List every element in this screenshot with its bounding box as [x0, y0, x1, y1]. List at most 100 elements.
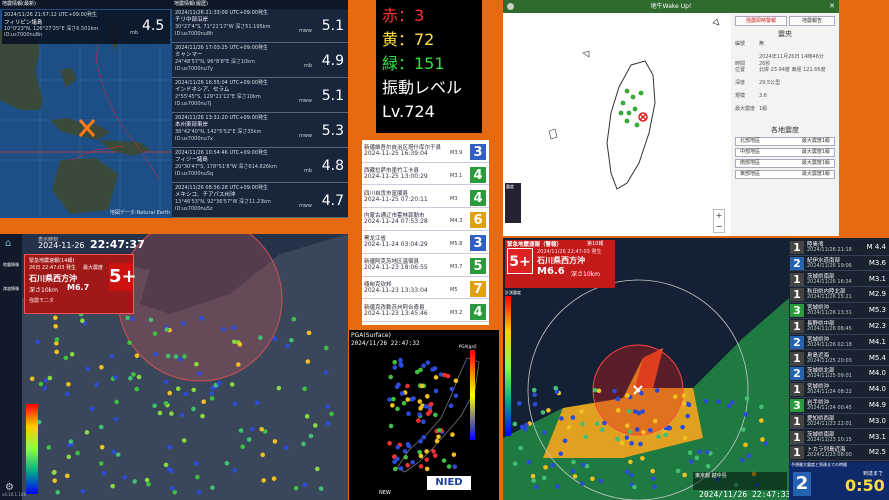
window-dot-icon[interactable]	[507, 3, 514, 10]
station-dot	[553, 385, 559, 391]
new-label: NEW	[379, 490, 391, 496]
station-dot	[209, 396, 215, 401]
history-item[interactable]: 2024/11/26 08:56:28 UTC+09:00発生 メキシコ、チアパス…	[172, 184, 348, 218]
history-item[interactable]: 2024/11/26 17:03:25 UTC+09:00発生 ミャンマー 24°4…	[172, 44, 348, 78]
quake-row[interactable]: 1 茨城県南部 2024/11/23 10:15 M3.1	[789, 430, 889, 446]
quake-row[interactable]: 3 宮城県沖 2024/11/26 13:31 M5.3	[789, 303, 889, 319]
quake-mag: M3.1	[868, 274, 886, 283]
station-dot	[302, 482, 308, 487]
station-dot	[399, 391, 405, 396]
eew-mag: M6.7	[67, 283, 90, 292]
quake-date: 2024/11/23 22:01	[807, 420, 852, 427]
station-dot	[450, 432, 455, 437]
menu-quake-info[interactable]: 地震情報	[1, 262, 21, 268]
station-dot	[433, 388, 439, 394]
world-map[interactable]: 地震情報(最新) 2024/11/26 21:57:12 UTC+09:00発生…	[0, 0, 172, 218]
station-dot	[272, 439, 278, 444]
station-dot	[148, 317, 154, 323]
station-dot	[196, 489, 202, 495]
station-dot	[259, 426, 264, 432]
quake-row[interactable]: 1 茨城県南部 2024/11/26 16:34 M3.1	[789, 272, 889, 288]
station-dot	[431, 448, 436, 454]
list-intensity: 6	[469, 211, 487, 230]
station-dot	[113, 417, 118, 422]
station-dot	[672, 394, 678, 399]
quake-row[interactable]: 1 鳥島近海 2024/11/25 20:03 M5.4	[789, 351, 889, 367]
station-dot	[164, 327, 170, 332]
list-intensity: 4	[469, 302, 487, 321]
obs-row[interactable]: 東部地區 最大震度1級	[735, 170, 835, 179]
quake-row[interactable]: 1 トカラ列島近海 2024/11/23 08:00 M2.5	[789, 445, 889, 461]
quake-row[interactable]: 1 愛知県西部 2024/11/23 22:01 M3.0	[789, 414, 889, 430]
list-item[interactable]: 缅甸克钦邦 2024-11-23 13:33:04 M5 7	[362, 279, 489, 300]
station-dot	[682, 435, 688, 441]
station-dot	[594, 421, 600, 427]
quake-mag: M5.4	[868, 353, 886, 362]
station-dot	[52, 478, 57, 484]
info-row: 最大震度 1級	[735, 106, 829, 113]
station-dot	[229, 382, 235, 387]
station-dot	[453, 378, 459, 384]
quake-date: 2024/11/26 02:18	[807, 341, 852, 348]
home-icon[interactable]: ⌂	[5, 238, 11, 249]
quake-mag: M4.0	[868, 369, 886, 378]
list-mag: M5	[450, 286, 458, 293]
obs-row[interactable]: 北部地區 最大震度1級	[735, 137, 835, 146]
station-dot	[625, 393, 630, 398]
obs-row[interactable]: 中部地區 最大震度1級	[735, 148, 835, 157]
taiwan-map[interactable]: 震度 + −	[503, 13, 731, 236]
quake-row[interactable]: 2 茨城県北部 2024/11/25 09:01 M4.0	[789, 366, 889, 382]
station-dot	[165, 353, 171, 359]
station-dot	[449, 386, 455, 392]
station-dot	[421, 363, 426, 369]
legend-title: 震度	[506, 184, 514, 189]
station-dot	[666, 425, 672, 430]
quake-row[interactable]: 1 長野県中部 2024/11/26 08:45 M2.3	[789, 319, 889, 335]
list-date: 2024-11-25 16:39:04	[364, 150, 428, 157]
eew-map-panel: 緊急地震速報（警報） 第10報 5+ 2024/11/26 22:47:03 発…	[503, 238, 889, 500]
obs-row[interactable]: 南部地區 最大震度1級	[735, 159, 835, 168]
station-dot	[306, 330, 312, 336]
green-count: 緑：151	[382, 54, 445, 73]
quake-row[interactable]: 3 岩手県沖 2024/11/24 00:45 M4.9	[789, 398, 889, 414]
list-item[interactable]: 内蒙古通辽市霍林郭勒市 2024-11-24 07:53:28 M4.3 6	[362, 210, 489, 231]
quake-row[interactable]: 1 宮城県沖 2024/11/24 08:22 M4.0	[789, 382, 889, 398]
eew-note: 強震モニタ	[29, 298, 55, 304]
history-item[interactable]: 2024/11/26 21:33:09 UTC+09:00発生 チリ中部沿岸 30°…	[172, 9, 348, 43]
station-dot	[144, 477, 150, 483]
list-item[interactable]: 黑龙江省 2024-11-24 03:04:29 M5.8 3	[362, 233, 489, 254]
quake-row[interactable]: 2 紀伊水道南部 2024/11/26 19:06 M3.6	[789, 256, 889, 272]
countdown-card: 予想最大震度と到達までの時間 2 到達まで 0:50	[789, 462, 889, 500]
history-item[interactable]: 2024/11/26 10:54:46 UTC+09:00発生 フィジー諸島 20°…	[172, 149, 348, 183]
eew-card: 緊急地震速報(14報) 26日 22:47:03 発生 最大震度 石川県西方沖 …	[24, 254, 137, 314]
station-dot	[654, 388, 660, 393]
station-dot	[53, 315, 58, 321]
history-item[interactable]: 2024/11/26 13:31:20 UTC+09:00発生 本州東部東岸 38°…	[172, 114, 348, 148]
list-item[interactable]: 新疆阿克苏地区温宿县 2024-11-23 18:06:55 M3.7 5	[362, 256, 489, 277]
station-dot	[740, 457, 745, 463]
close-icon[interactable]: ✕	[829, 2, 835, 11]
tab-report[interactable]: 地震報告	[789, 16, 835, 26]
station-dot	[682, 472, 687, 478]
station-dot	[615, 408, 621, 413]
list-item[interactable]: 西藏拉萨市墨竹工卡县 2024-11-25 13:00:29 M3.1 4	[362, 165, 489, 186]
list-item[interactable]: 四川自贡市富顺县 2024-11-25 07:20:11 M3 4	[362, 188, 489, 209]
quake-intensity: 1	[790, 383, 804, 397]
list-item[interactable]: 新疆克孜勒苏州阿合奇县 2024-11-23 13:45:46 M3.2 4	[362, 302, 489, 323]
list-item[interactable]: 新疆維吾尔自治区塔什库尔干县 2024-11-25 16:39:04 M3.9 3	[362, 142, 489, 163]
station-dot	[153, 351, 158, 357]
quake-row[interactable]: 1 秋田県内陸北部 2024/11/26 15:21 M2.9	[789, 287, 889, 303]
station-dot	[641, 430, 646, 435]
station-dot	[716, 399, 721, 404]
quake-row[interactable]: 2 宮城県沖 2024/11/26 02:18 M4.1	[789, 335, 889, 351]
tab-eew[interactable]: 強震即時警報	[735, 16, 787, 26]
history-coords: 24°48'57"N, 96°8'8"E 深さ10km	[175, 59, 255, 65]
menu-tsunami-info[interactable]: 津波情報	[1, 286, 21, 292]
latest-quake-card[interactable]: 2024/11/26 21:57:12 UTC+09:00発生 フィリピン諸島 …	[2, 10, 170, 44]
station-dot	[249, 426, 255, 432]
station-dot	[424, 466, 430, 472]
zoom-control[interactable]: + −	[713, 209, 725, 233]
quake-row[interactable]: 1 陸奥湾 2024/11/26 21:18 M 4.4	[789, 240, 889, 256]
info-value: 北緯 23.94度 東經 121.66度	[759, 67, 826, 73]
history-item[interactable]: 2024/11/26 16:55:04 UTC+09:00発生 インドネシア、セラ…	[172, 79, 348, 113]
